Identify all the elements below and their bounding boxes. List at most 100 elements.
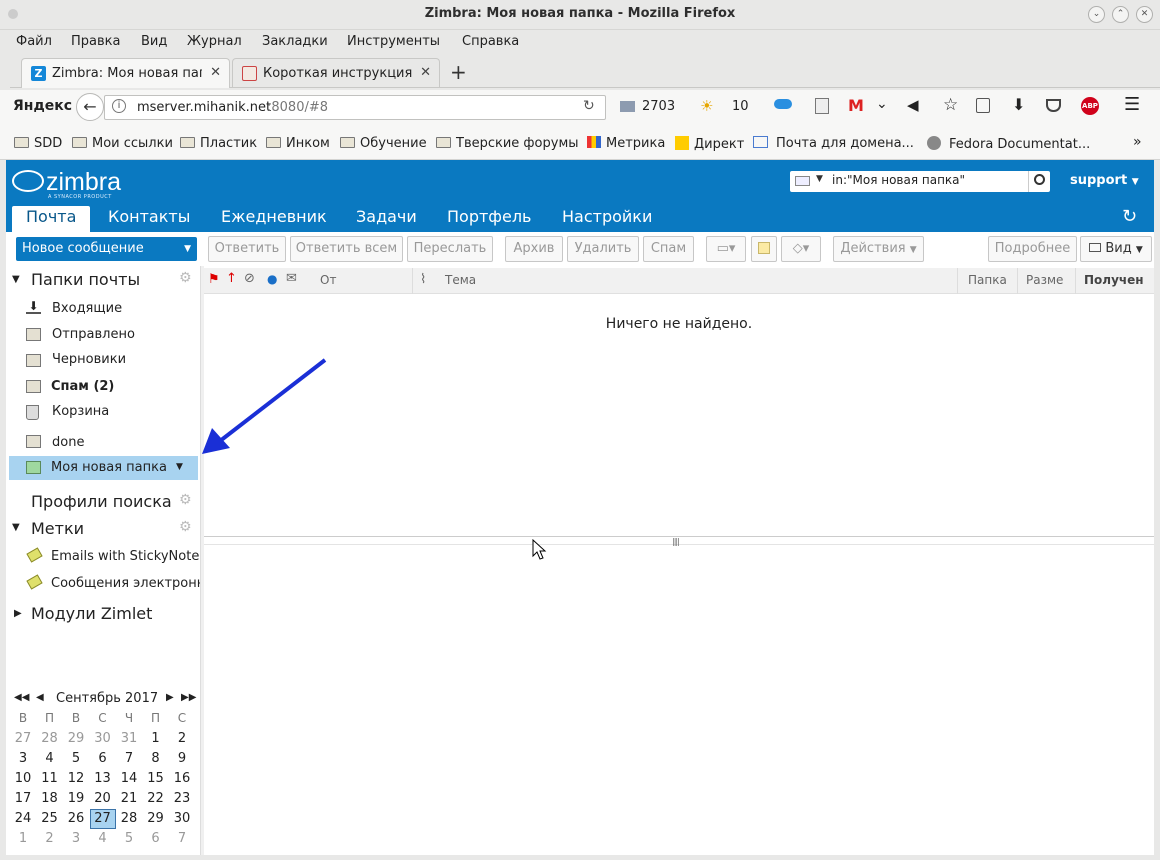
reply-button[interactable]: Ответить <box>208 236 286 262</box>
folder-options-chevron-icon[interactable]: ▼ <box>176 462 183 472</box>
tab-tasks[interactable]: Задачи <box>356 207 417 226</box>
calendar-day[interactable]: 3 <box>63 831 89 846</box>
calendar-day[interactable]: 7 <box>116 751 142 766</box>
download-icon[interactable]: ⬇ <box>1012 95 1025 114</box>
view-button[interactable]: Вид ▼ <box>1080 236 1152 262</box>
archive-button[interactable]: Архив <box>505 236 563 262</box>
print-button[interactable]: ▭▾ <box>706 236 746 262</box>
tab-briefcase[interactable]: Портфель <box>447 207 531 226</box>
tag-column-icon[interactable]: ⊘ <box>244 271 255 286</box>
mail-folders-header[interactable]: Папки почты <box>31 270 140 289</box>
yandex-mail-icon[interactable] <box>620 101 635 112</box>
folder-trash[interactable]: Корзина <box>6 400 200 426</box>
col-size[interactable]: Разме <box>1026 273 1063 287</box>
calendar-day[interactable]: 7 <box>169 831 195 846</box>
tab-calendar[interactable]: Ежедневник <box>221 207 327 226</box>
yandex-logo[interactable]: Яндекс <box>13 98 72 114</box>
calendar-day[interactable]: 23 <box>169 791 195 806</box>
calendar-month[interactable]: Сентябрь 2017 <box>56 691 158 706</box>
calendar-day[interactable]: 8 <box>143 751 169 766</box>
calendar-day[interactable]: 20 <box>90 791 116 806</box>
weather-icon[interactable]: ☀ <box>700 97 713 115</box>
new-message-button[interactable]: Новое сообщение ▼ <box>16 237 197 261</box>
calendar-day[interactable]: 5 <box>116 831 142 846</box>
maximize-icon[interactable]: ⌃ <box>1112 6 1129 23</box>
reading-pane-splitter[interactable]: |||| <box>204 536 1154 546</box>
calendar-day[interactable]: 1 <box>143 731 169 746</box>
tags-settings-gear-icon[interactable]: ⚙ <box>179 519 192 535</box>
bookmark-link[interactable]: Директ <box>675 136 744 152</box>
tag-button[interactable]: ◇▾ <box>781 236 821 262</box>
tab-contacts[interactable]: Контакты <box>108 207 190 226</box>
calendar-day[interactable]: 22 <box>143 791 169 806</box>
tags-header[interactable]: Метки <box>31 519 84 538</box>
tag-item[interactable]: Сообщения электронно <box>6 571 200 597</box>
tab-preferences[interactable]: Настройки <box>562 207 652 226</box>
calendar-day[interactable]: 28 <box>116 811 142 826</box>
new-tab-icon[interactable]: + <box>450 60 467 84</box>
calendar-day[interactable]: 13 <box>90 771 116 786</box>
calendar-day[interactable]: 16 <box>169 771 195 786</box>
folder-my-new-folder[interactable]: Моя новая папка ▼ <box>9 456 198 480</box>
calendar-day[interactable]: 25 <box>37 811 63 826</box>
back-icon[interactable]: ← <box>76 93 104 121</box>
bookmark-folder[interactable]: Инком <box>266 136 330 151</box>
pocket-icon[interactable] <box>1046 99 1061 112</box>
reload-icon[interactable]: ↻ <box>583 98 595 114</box>
search-box[interactable]: ▼ in:"Моя новая папка" <box>790 171 1050 192</box>
col-received[interactable]: Получен <box>1084 273 1144 287</box>
tag-item[interactable]: Emails with StickyNotes <box>6 544 206 570</box>
bookmark-folder[interactable]: Мои ссылки <box>72 136 173 151</box>
calendar-day[interactable]: 2 <box>37 831 63 846</box>
calendar-day[interactable]: 1 <box>10 831 36 846</box>
bookmark-star-icon[interactable]: ☆ <box>943 95 958 115</box>
pocket-down-icon[interactable]: ⌄ <box>876 96 888 112</box>
window-menu-icon[interactable] <box>8 9 18 19</box>
attachment-column-icon[interactable]: ⌇ <box>420 272 426 287</box>
cloud-icon[interactable] <box>774 99 792 109</box>
search-profiles-header[interactable]: Профили поиска <box>31 492 172 511</box>
calendar-day[interactable]: 30 <box>90 731 116 746</box>
collapse-tags-icon[interactable]: ▼ <box>12 522 20 533</box>
mail-search-icon[interactable] <box>795 176 810 186</box>
url-bar[interactable]: i mserver.mihanik.net :8080/#8 ↻ <box>104 95 606 120</box>
bookmark-link[interactable]: Почта для домена... <box>753 136 914 151</box>
flag-column-icon[interactable]: ⚑ <box>208 272 220 287</box>
spam-button[interactable]: Спам <box>643 236 694 262</box>
calendar-day[interactable]: 3 <box>10 751 36 766</box>
calendar-day[interactable]: 27 <box>89 809 116 829</box>
search-type-chevron-icon[interactable]: ▼ <box>816 174 823 184</box>
calendar-day[interactable]: 28 <box>37 731 63 746</box>
calendar-day[interactable]: 19 <box>63 791 89 806</box>
status-column-icon[interactable]: ✉ <box>286 271 297 286</box>
bookmark-link[interactable]: Метрика <box>587 136 665 151</box>
calendar-day[interactable]: 10 <box>10 771 36 786</box>
next-month-icon[interactable]: ▶ <box>166 692 174 703</box>
delete-button[interactable]: Удалить <box>567 236 639 262</box>
folder-spam[interactable]: Спам (2) <box>6 374 200 400</box>
actions-button[interactable]: Действия ▼ <box>833 236 924 262</box>
sticky-note-button[interactable] <box>751 236 777 262</box>
menu-help[interactable]: Справка <box>462 34 519 49</box>
bookmark-link[interactable]: Fedora Documentat... <box>927 136 1090 152</box>
prev-year-icon[interactable]: ◀◀ <box>14 692 29 703</box>
bookmark-folder[interactable]: SDD <box>14 136 62 151</box>
tab-close-icon[interactable]: ✕ <box>420 65 431 80</box>
bookmarks-overflow-icon[interactable]: » <box>1133 134 1142 150</box>
calendar-day[interactable]: 11 <box>37 771 63 786</box>
col-from[interactable]: От <box>320 273 336 287</box>
menu-edit[interactable]: Правка <box>71 34 120 49</box>
bookmark-folder[interactable]: Обучение <box>340 136 427 151</box>
calendar-day[interactable]: 29 <box>63 731 89 746</box>
close-window-icon[interactable]: ✕ <box>1136 6 1153 23</box>
reply-all-button[interactable]: Ответить всем <box>290 236 403 262</box>
reader-list-icon[interactable] <box>976 98 990 113</box>
calendar-day[interactable]: 27 <box>10 731 36 746</box>
tab-instruction[interactable]: Короткая инструкция ✕ <box>232 58 440 88</box>
refresh-icon[interactable]: ↻ <box>1122 206 1137 227</box>
calendar-day[interactable]: 29 <box>143 811 169 826</box>
calendar-day[interactable]: 4 <box>90 831 116 846</box>
col-folder[interactable]: Папка <box>968 273 1007 287</box>
search-settings-gear-icon[interactable]: ⚙ <box>179 492 192 508</box>
calendar-day[interactable]: 31 <box>116 731 142 746</box>
